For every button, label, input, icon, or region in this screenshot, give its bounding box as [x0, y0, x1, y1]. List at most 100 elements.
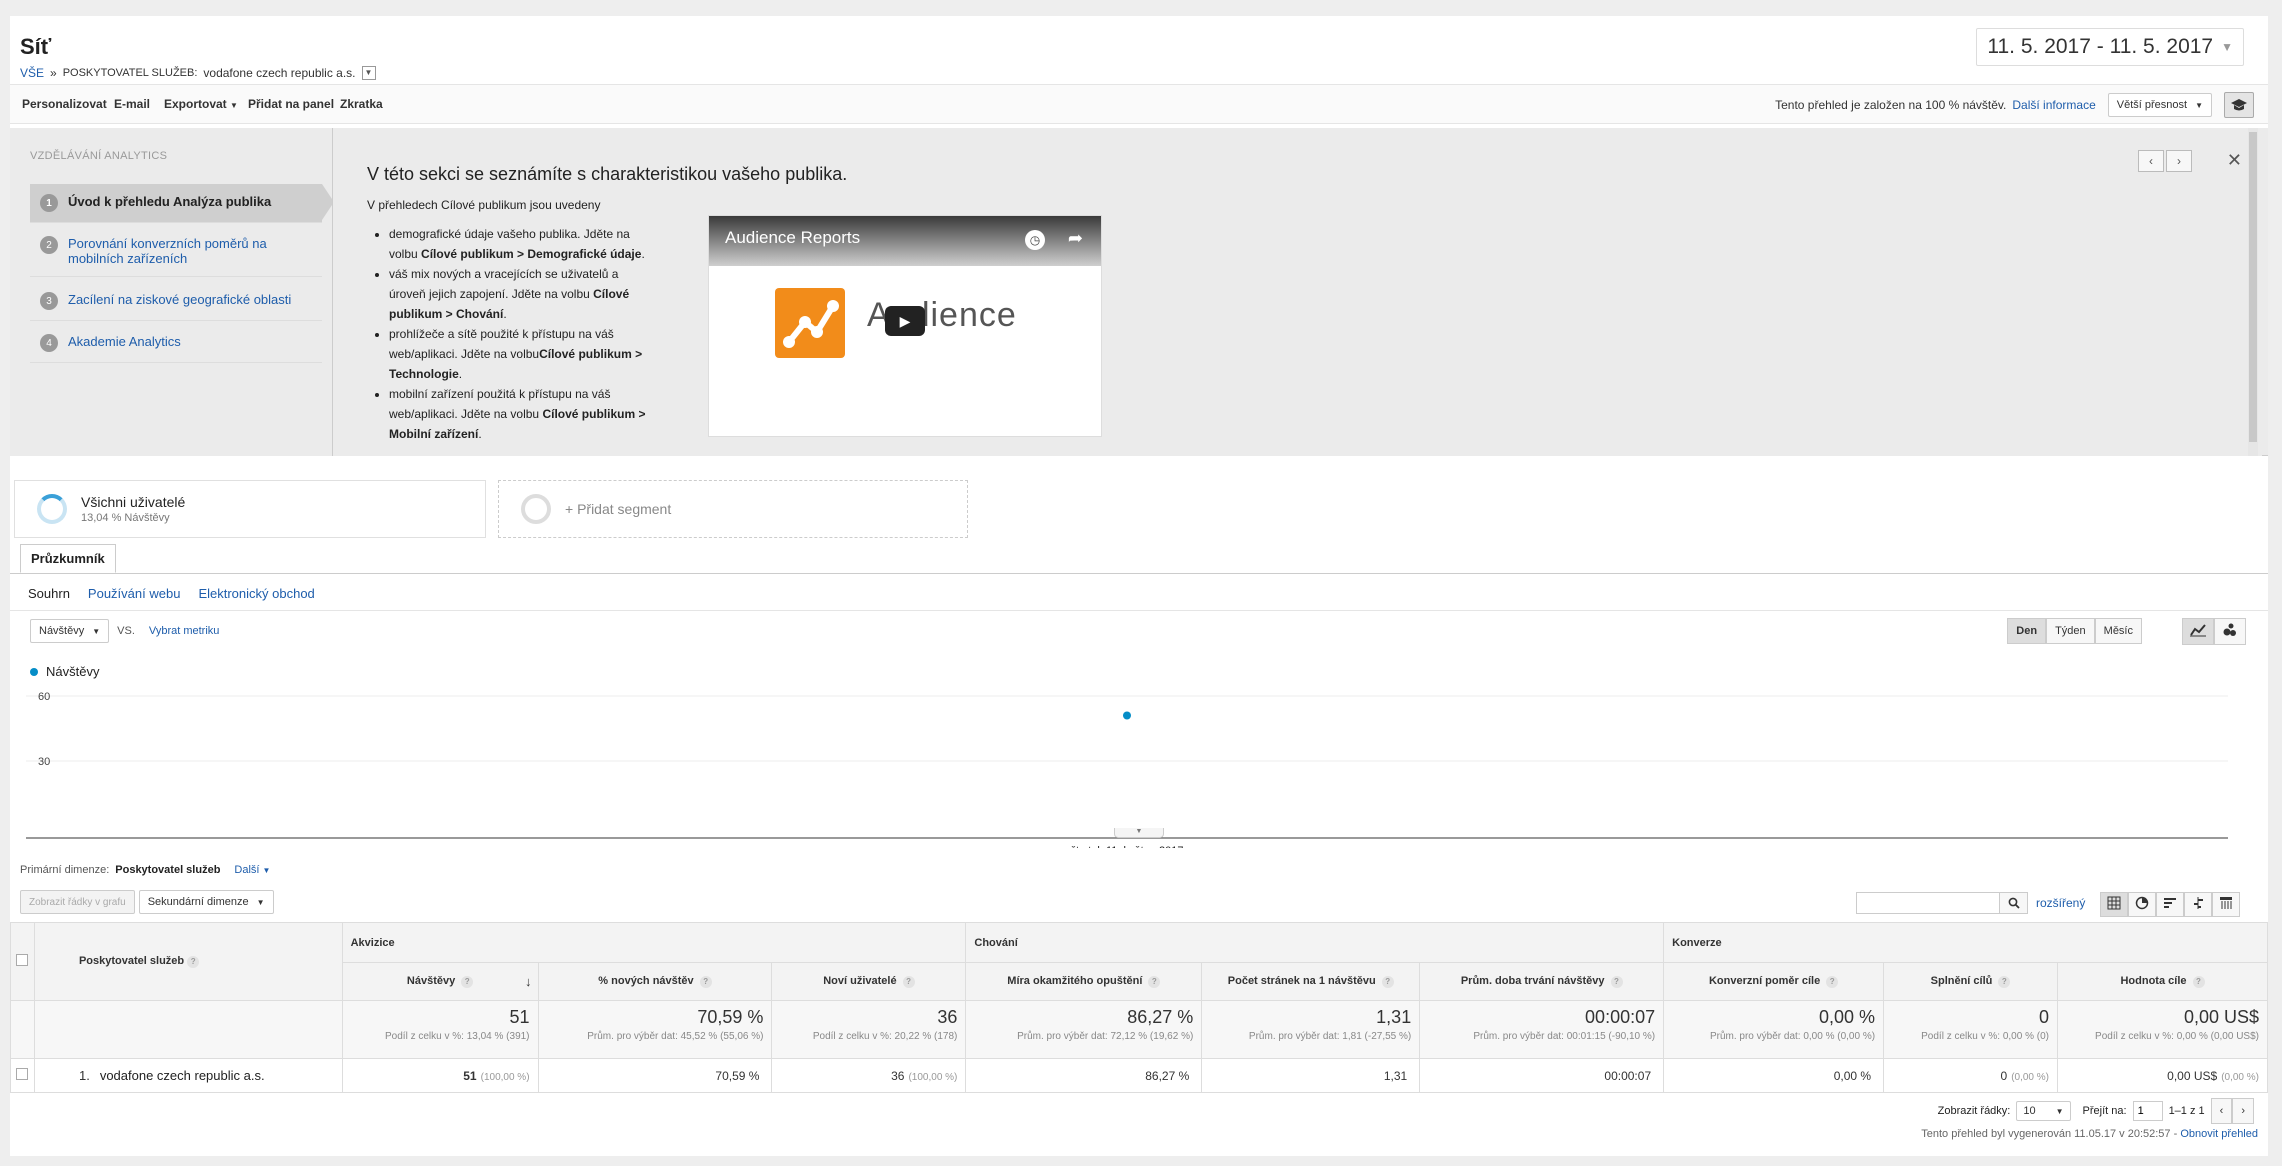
help-icon[interactable]: ? [699, 976, 712, 988]
column-header[interactable]: Splnění cílů? [1883, 962, 2058, 1001]
breadcrumb-all-link[interactable]: VŠE [20, 66, 44, 80]
row-dimension-link[interactable]: vodafone czech republic a.s. [100, 1068, 265, 1083]
shortcut-button[interactable]: Zkratka [340, 97, 383, 111]
education-item-4[interactable]: 4 Akademie Analytics [30, 324, 322, 363]
primary-dimension-value[interactable]: Poskytovatel služeb [115, 864, 220, 876]
add-segment-button[interactable]: + Přidat segment [498, 480, 968, 538]
segment-ring-icon [521, 494, 551, 524]
video-player[interactable]: Audience Reports ◷ ➦ Audience ▶ [709, 216, 1101, 436]
period-month-button[interactable]: Měsíc [2094, 618, 2142, 644]
sort-desc-icon[interactable]: ↓ [525, 974, 532, 989]
breadcrumb-dropdown-icon[interactable]: ▼ [361, 66, 376, 80]
help-icon[interactable]: ? [1826, 976, 1839, 988]
dimension-header[interactable]: Poskytovatel služeb ? [33, 922, 343, 1001]
precision-select[interactable]: Větší přesnost ▼ [2107, 93, 2212, 117]
help-icon[interactable]: ? [187, 956, 200, 968]
line-chart-icon[interactable] [2182, 618, 2214, 645]
metric-select[interactable]: Návštěvy ▼ [30, 619, 110, 643]
period-day-button[interactable]: Den [2007, 618, 2047, 644]
help-icon[interactable]: ? [1610, 976, 1623, 988]
column-header[interactable]: Hodnota cíle? [2056, 962, 2269, 1001]
chevron-left-icon[interactable]: ‹ [2138, 150, 2164, 172]
table-row[interactable]: 1. vodafone czech republic a.s. 51 (100,00… [10, 1058, 2269, 1093]
row-cell: 00:00:07 [1419, 1058, 1665, 1093]
step-number: 1 [40, 194, 58, 212]
column-header[interactable]: Noví uživatelé? [771, 962, 967, 1001]
help-icon[interactable]: ? [902, 976, 915, 988]
column-header[interactable]: Návštěvy? ↓ [341, 962, 539, 1001]
cell-value: 1,31 [1383, 1068, 1408, 1083]
segment-name: Všichni uživatelé [81, 494, 186, 510]
education-item-1[interactable]: 1 Úvod k přehledu Analýza publika [30, 184, 334, 223]
column-header[interactable]: Konverzní poměr cíle? [1663, 962, 1885, 1001]
subtab-site-usage[interactable]: Používání webu [88, 586, 181, 601]
chevron-right-icon[interactable]: › [2232, 1098, 2254, 1124]
education-item-2[interactable]: 2 Porovnání konverzních poměrů na mobiln… [30, 226, 322, 277]
column-header[interactable]: Prům. doba trvání návštěvy? [1419, 962, 1665, 1001]
education-toggle-button[interactable] [2224, 92, 2254, 118]
search-icon[interactable] [2000, 892, 2028, 914]
rows-per-page-select[interactable]: 10 ▼ [2016, 1101, 2071, 1121]
more-info-link[interactable]: Další informace [2012, 98, 2095, 112]
help-icon[interactable]: ? [1148, 976, 1161, 988]
graduation-cap-icon [2231, 99, 2247, 111]
pie-view-icon[interactable] [2128, 892, 2156, 917]
segment-all-users[interactable]: Všichni uživatelé 13,04 % Návštěvy [14, 480, 486, 538]
chevron-right-icon[interactable]: › [2166, 150, 2192, 172]
tab-explorer[interactable]: Průzkumník [20, 544, 116, 573]
education-intro: V přehledech Cílové publikum jsou uveden… [367, 198, 601, 212]
other-dimension-link[interactable]: Další ▼ [234, 864, 270, 876]
data-point [1123, 711, 1131, 720]
total-cell: 86,27 % Prům. pro výběr dat: 72,12 % (19,… [965, 1000, 1203, 1059]
education-item-3[interactable]: 3 Zacílení na ziskové geografické oblast… [30, 282, 322, 321]
total-subtext: Prům. pro výběr dat: 0,00 % (0,00 %) [1709, 1031, 1876, 1042]
comparison-view-icon[interactable] [2184, 892, 2212, 917]
total-cell: 70,59 % Prům. pro výběr dat: 45,52 % (55,… [537, 1000, 773, 1059]
subtab-ecommerce[interactable]: Elektronický obchod [198, 586, 314, 601]
personalize-button[interactable]: Personalizovat [22, 97, 107, 111]
motion-chart-icon[interactable] [2214, 618, 2246, 645]
help-icon[interactable]: ? [1381, 976, 1394, 988]
select-all-checkbox[interactable] [16, 954, 29, 966]
pivot-view-icon[interactable] [2212, 892, 2240, 917]
column-header[interactable]: % nových návštěv? [537, 962, 773, 1001]
share-icon[interactable]: ➦ [1068, 228, 1083, 249]
subtab-summary[interactable]: Souhrn [28, 586, 70, 601]
row-cell: 36 (100,00 %) [771, 1058, 967, 1093]
clock-icon[interactable]: ◷ [1025, 230, 1045, 250]
secondary-dimension-select[interactable]: Sekundární dimenze ▼ [138, 890, 274, 914]
cell-value: 0,00 US$ [2167, 1068, 2218, 1083]
period-week-button[interactable]: Týden [2046, 618, 2095, 644]
chevron-down-icon: ▼ [262, 866, 271, 875]
row-cell: 0,00 % [1663, 1058, 1885, 1093]
help-icon[interactable]: ? [2192, 976, 2205, 988]
date-range-picker[interactable]: 11. 5. 2017 - 11. 5. 2017 ▼ [1976, 28, 2244, 66]
table-view-icon[interactable] [2100, 892, 2128, 917]
advanced-filter-link[interactable]: rozšířený [2036, 896, 2085, 910]
row-checkbox[interactable] [16, 1068, 29, 1080]
total-subtext: Prům. pro výběr dat: 72,12 % (19,62 %) [1017, 1031, 1194, 1042]
chart-resize-handle[interactable]: ▼ [1114, 828, 1164, 838]
page-input[interactable] [2132, 1101, 2163, 1121]
column-header[interactable]: Počet stránek na 1 návštěvu? [1201, 962, 1421, 1001]
cell-value: 36 [891, 1068, 905, 1083]
add-to-dashboard-button[interactable]: Přidat na panel [248, 97, 334, 111]
table-search-input[interactable] [1856, 892, 2000, 914]
select-metric-link[interactable]: Vybrat metriku [149, 625, 220, 637]
plot-rows-button[interactable]: Zobrazit řádky v grafu [20, 890, 135, 914]
help-icon[interactable]: ? [461, 976, 474, 988]
export-button[interactable]: Exportovat ▼ [164, 97, 238, 111]
column-header[interactable]: Míra okamžitého opuštění? [965, 962, 1203, 1001]
play-icon[interactable]: ▶ [885, 306, 925, 336]
cell-value: 51 [463, 1068, 477, 1083]
visits-chart: 60 30 čtvrtek 11. května 2017 [26, 691, 2228, 848]
refresh-report-link[interactable]: Obnovit přehled [2180, 1128, 2258, 1140]
report-page: Síť VŠE » POSKYTOVATEL SLUŽEB: vodafone … [10, 16, 2269, 1156]
education-scrollbar[interactable] [2248, 128, 2258, 456]
help-icon[interactable]: ? [1998, 976, 2011, 988]
close-icon[interactable]: ✕ [2227, 150, 2242, 171]
chevron-left-icon[interactable]: ‹ [2210, 1098, 2233, 1124]
performance-view-icon[interactable] [2156, 892, 2184, 917]
total-cell: 0 Podíl z celku v %: 0,00 % (0) [1883, 1000, 2058, 1059]
email-button[interactable]: E-mail [114, 97, 150, 111]
